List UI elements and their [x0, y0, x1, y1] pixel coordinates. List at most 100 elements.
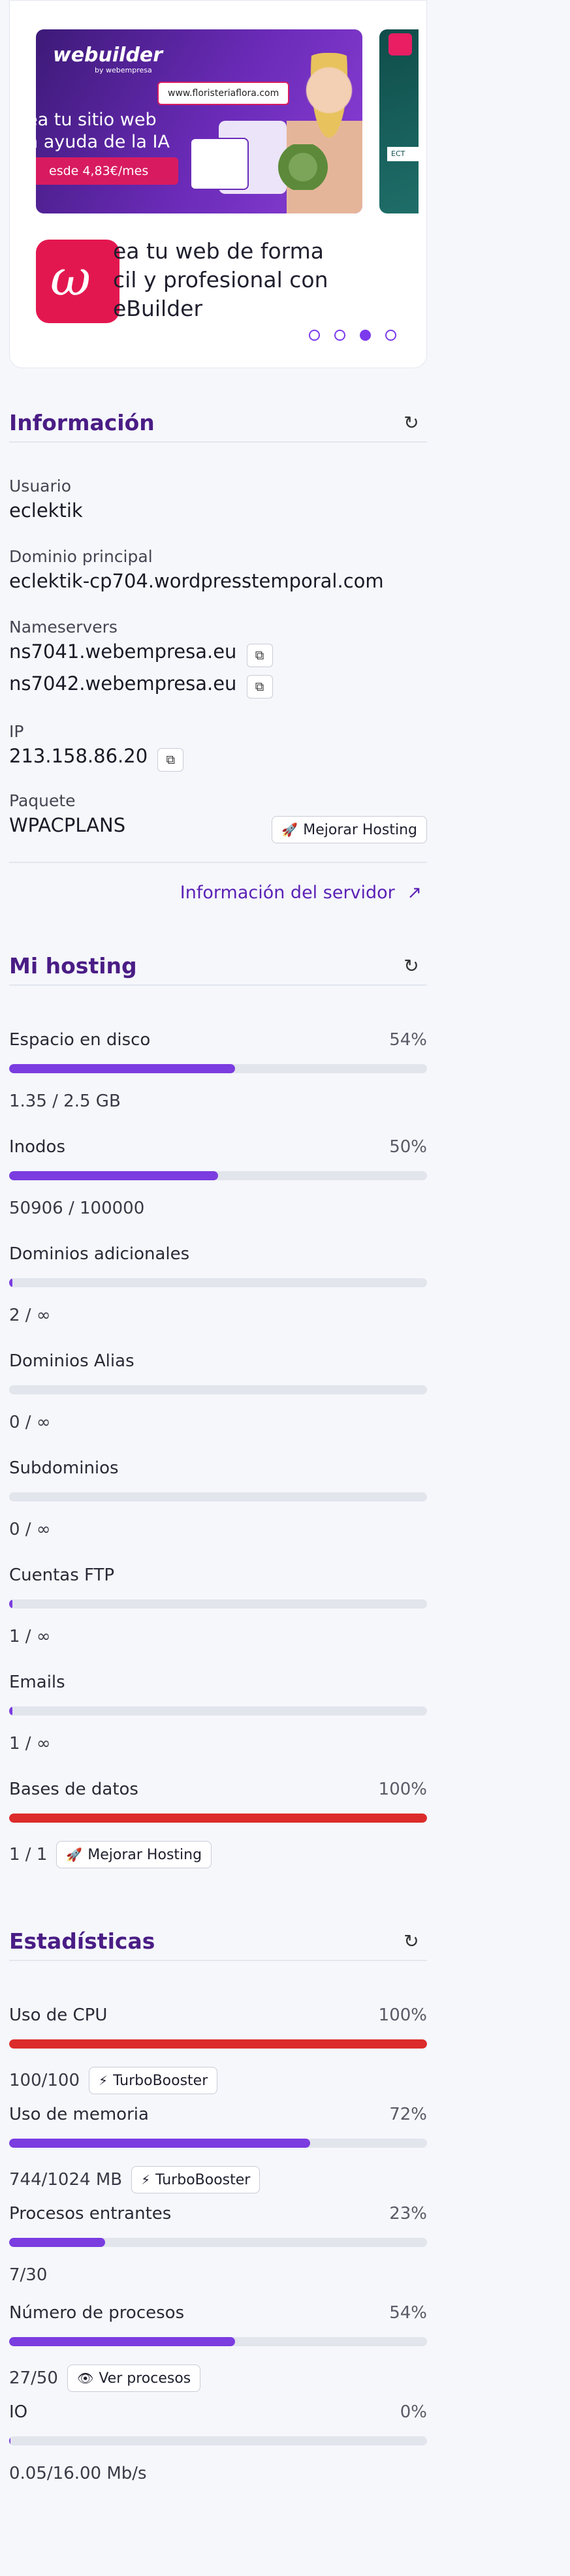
meter-fill — [9, 1171, 218, 1180]
informacion-divider — [9, 862, 427, 863]
meter-sub: 27/50 👁 Ver procesos — [9, 2364, 201, 2392]
meter-track — [9, 1385, 427, 1394]
usage-meter: Uso de CPU 100% 100/100 ⚡ TurboBooster — [9, 2005, 427, 2097]
dominio-label: Dominio principal — [9, 547, 153, 566]
webuilder-logo: webuilder — [53, 44, 163, 67]
meter-label: Procesos entrantes — [9, 2204, 172, 2223]
refresh-icon[interactable]: ↻ — [401, 956, 422, 977]
dominio-row: Dominio principal eclektik-cp704.wordpre… — [9, 547, 384, 592]
mejorar-hosting-label: Mejorar Hosting — [303, 821, 417, 838]
meter-sub: 0.05/16.00 Mb/s — [9, 2464, 147, 2483]
meter-label: Número de procesos — [9, 2303, 185, 2323]
mejorar-hosting-button[interactable]: 🚀 Mejorar Hosting — [56, 1841, 212, 1868]
meter-value: 2 / ∞ — [9, 1306, 51, 1325]
estadisticas-section: Estadísticas ↻ Uso de CPU 100% 100/100 ⚡ Tur… — [9, 1924, 427, 2512]
meter-track — [9, 1814, 427, 1823]
paquete-label: Paquete — [9, 791, 76, 810]
hosting-section: Mi hosting ↻ Espacio en disco 54% 1.35 / 2… — [9, 949, 427, 1868]
meter-value: 0 / ∞ — [9, 1413, 51, 1432]
meter-fill — [9, 1814, 427, 1823]
meter-fill — [9, 2337, 235, 2346]
meter-percent: 72% — [389, 2105, 427, 2124]
meter-value: 1 / 1 — [9, 1845, 48, 1864]
meter-fill — [9, 2139, 310, 2148]
meter-track — [9, 1278, 427, 1287]
meter-track — [9, 1064, 427, 1073]
meter-value: 1 / ∞ — [9, 1627, 51, 1646]
carousel-dots — [309, 330, 396, 341]
meter-track — [9, 1599, 427, 1609]
slide-plant-image — [276, 144, 330, 190]
meter-percent: 23% — [389, 2204, 427, 2223]
meter-value: 744/1024 MB — [9, 2170, 123, 2190]
meter-track — [9, 2436, 427, 2445]
promo-carousel-card[interactable]: webuilder by webempresa www.floristeriaf… — [9, 0, 427, 368]
meter-fill — [9, 1599, 13, 1609]
promo-slide-next[interactable]: ECT — [379, 29, 419, 213]
nameservers-label: Nameservers — [9, 618, 118, 636]
meter-percent: 100% — [378, 1780, 427, 1799]
nameservers-row: Nameservers ns7041.webempresa.eu ⧉ ns704… — [9, 618, 273, 699]
bolt-icon: ⚡ — [141, 2172, 151, 2188]
mejorar-hosting-button[interactable]: 🚀 Mejorar Hosting — [272, 816, 427, 843]
ip-value: 213.158.86.20 — [9, 745, 148, 767]
carousel-dot-4[interactable] — [385, 330, 396, 341]
bolt-icon: ⚡ — [99, 2073, 108, 2088]
meter-percent: 50% — [389, 1137, 427, 1157]
carousel-dot-3[interactable] — [360, 330, 371, 341]
carousel-dot-1[interactable] — [309, 330, 320, 341]
meter-label: Bases de datos — [9, 1780, 138, 1799]
meter-sub: 744/1024 MB ⚡ TurboBooster — [9, 2166, 261, 2193]
meter-sub: 2 / ∞ — [9, 1306, 51, 1325]
meter-track — [9, 2337, 427, 2346]
meter-label: Emails — [9, 1673, 65, 1692]
copy-icon[interactable]: ⧉ — [157, 747, 184, 772]
copy-icon[interactable]: ⧉ — [246, 675, 273, 699]
copy-icon[interactable]: ⧉ — [246, 643, 273, 667]
meter-label: Dominios Alias — [9, 1351, 135, 1371]
eye-icon: 👁 — [76, 2370, 94, 2386]
meter-track — [9, 2039, 427, 2049]
meter-value: 7/30 — [9, 2265, 48, 2285]
usage-meter: IO 0% 0.05/16.00 Mb/s — [9, 2402, 427, 2494]
carousel-dot-2[interactable] — [334, 330, 345, 341]
usage-meter: Bases de datos 100% 1 / 1 🚀 Mejorar Hosting — [9, 1780, 427, 1871]
ip-row: IP 213.158.86.20 ⧉ — [9, 722, 184, 772]
slide-price-badge: esde 4,83€/mes — [36, 157, 179, 185]
turbobooster-button[interactable]: ⚡ TurboBooster — [131, 2166, 261, 2193]
meter-label: Subdominios — [9, 1458, 119, 1478]
meter-value: 0 / ∞ — [9, 1520, 51, 1539]
meter-sub: 1 / 1 🚀 Mejorar Hosting — [9, 1841, 212, 1868]
informacion-title: Información — [9, 410, 155, 435]
nameserver-1: ns7041.webempresa.eu — [9, 640, 237, 663]
promo-slide-image[interactable]: webuilder by webempresa www.floristeriaf… — [36, 29, 362, 213]
paquete-row: Paquete WPACPLANS 🚀 Mejorar Hosting — [9, 791, 427, 843]
informacion-header: Información ↻ — [9, 406, 427, 443]
turbobooster-button[interactable]: ⚡ TurboBooster — [89, 2067, 218, 2094]
meter-fill — [9, 2436, 10, 2445]
meter-sub: 1 / ∞ — [9, 1734, 51, 1753]
rocket-icon: 🚀 — [66, 1847, 83, 1862]
slide-headline: ea tu sitio web n ayuda de la IA — [36, 110, 170, 152]
meter-track — [9, 1492, 427, 1501]
meter-label: IO — [9, 2402, 28, 2422]
webuilder-logo-subtitle: by webempresa — [95, 66, 152, 74]
meter-percent: 54% — [389, 2303, 427, 2323]
slide-url-pill: www.floristeriaflora.com — [157, 82, 290, 105]
meter-fill — [9, 2238, 106, 2247]
meter-label: Espacio en disco — [9, 1030, 151, 1050]
meter-value: 1 / ∞ — [9, 1734, 51, 1753]
ver-procesos-button[interactable]: 👁 Ver procesos — [67, 2364, 201, 2392]
informacion-servidor-link[interactable]: Información del servidor ↗ — [180, 883, 422, 903]
refresh-icon[interactable]: ↻ — [401, 413, 422, 433]
meter-track — [9, 1171, 427, 1180]
promo-text: ea tu web de forma cil y profesional con… — [113, 238, 328, 321]
refresh-icon[interactable]: ↻ — [401, 1931, 422, 1952]
meter-track — [9, 1706, 427, 1716]
estadisticas-title: Estadísticas — [9, 1928, 155, 1954]
hosting-header: Mi hosting ↻ — [9, 949, 427, 986]
meter-label: Cuentas FTP — [9, 1565, 115, 1585]
dominio-value: eclektik-cp704.wordpresstemporal.com — [9, 570, 384, 592]
button-label: Mejorar Hosting — [87, 1846, 202, 1863]
usage-meter: Número de procesos 54% 27/50 👁 Ver procesos — [9, 2303, 427, 2395]
